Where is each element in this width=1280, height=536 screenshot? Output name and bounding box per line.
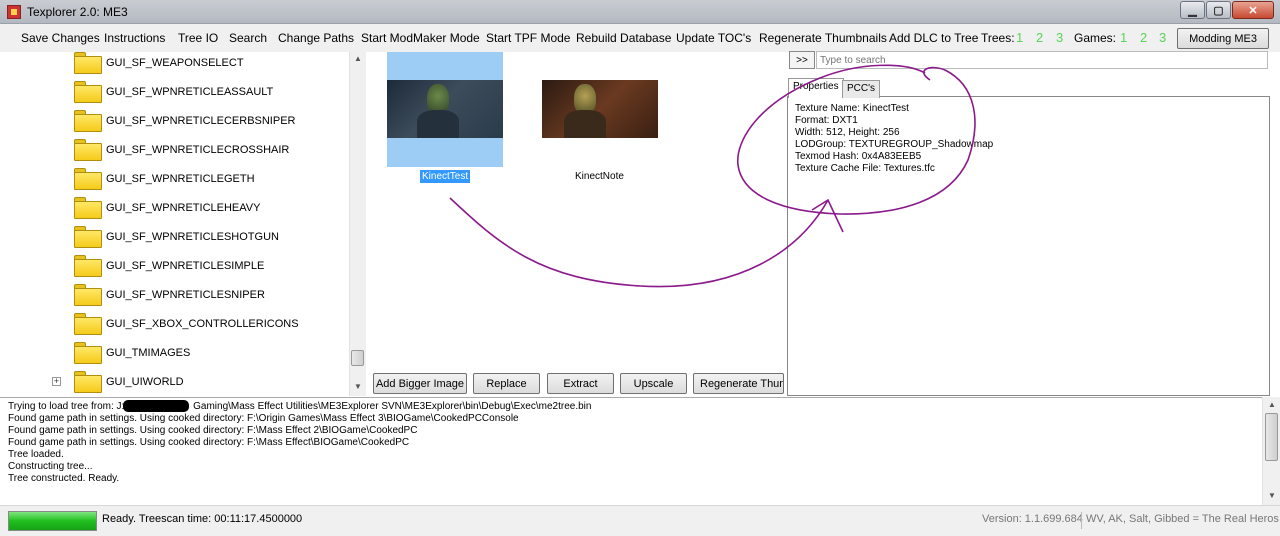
scroll-down-arrow-icon[interactable]: ▼ <box>1268 491 1276 500</box>
tree-node[interactable]: GUI_UIWORLD <box>74 369 184 395</box>
tree-node[interactable]: GUI_SF_WEAPONSELECT <box>74 50 244 76</box>
menu-update-tocs[interactable]: Update TOC's <box>676 31 751 45</box>
trees-label: Trees: <box>981 31 1015 45</box>
folder-icon <box>74 342 102 364</box>
menu-search[interactable]: Search <box>229 31 267 45</box>
redaction-mark <box>123 400 189 412</box>
log-line: Found game path in settings. Using cooke… <box>8 425 418 436</box>
menu-instructions[interactable]: Instructions <box>104 31 165 45</box>
regenerate-thumb-button[interactable]: Regenerate Thumb <box>693 373 784 394</box>
status-text: Ready. Treescan time: 00:11:17.4500000 <box>102 513 303 525</box>
folder-icon <box>74 110 102 132</box>
menu-rebuild-database[interactable]: Rebuild Database <box>576 31 671 45</box>
folder-icon <box>74 313 102 335</box>
progress-bar <box>8 511 97 531</box>
scroll-thumb[interactable] <box>351 350 364 366</box>
tree-node[interactable]: GUI_SF_WPNRETICLESHOTGUN <box>74 224 279 250</box>
tree-2-link[interactable]: 2 <box>1036 30 1043 45</box>
tree-node[interactable]: GUI_SF_WPNRETICLEHEAVY <box>74 195 260 221</box>
tree-3-link[interactable]: 3 <box>1056 30 1063 45</box>
tree-node[interactable]: GUI_SF_WPNRETICLEGETH <box>74 166 255 192</box>
scroll-up-arrow-icon[interactable]: ▲ <box>354 54 362 63</box>
menu-regenerate-thumbnails[interactable]: Regenerate Thumbnails <box>759 31 887 45</box>
thumbnail-image-kinectnote[interactable] <box>542 80 658 138</box>
tree-node[interactable]: GUI_SF_WPNRETICLESNIPER <box>74 282 265 308</box>
tab-properties[interactable]: Properties <box>788 78 844 98</box>
add-bigger-image-button[interactable]: Add Bigger Image <box>373 373 467 394</box>
prop-texmod-hash: Texmod Hash: 0x4A83EEB5 <box>795 151 922 162</box>
game-1-link[interactable]: 1 <box>1120 30 1127 45</box>
folder-icon <box>74 168 102 190</box>
folder-icon <box>74 255 102 277</box>
folder-icon <box>74 371 102 393</box>
menu-add-dlc[interactable]: Add DLC to Tree <box>889 31 978 45</box>
menu-tree-io[interactable]: Tree IO <box>178 31 218 45</box>
tree-node[interactable]: GUI_SF_XBOX_CONTROLLERICONS <box>74 311 299 337</box>
upscale-button[interactable]: Upscale <box>620 373 687 394</box>
log-line: Tree loaded. <box>8 449 64 460</box>
folder-icon <box>74 284 102 306</box>
status-divider <box>1081 512 1082 529</box>
folder-icon <box>74 52 102 74</box>
folder-icon <box>74 139 102 161</box>
mode-button[interactable]: Modding ME3 <box>1177 28 1269 49</box>
version-text: Version: 1.1.699.684 <box>982 513 1083 525</box>
folder-icon <box>74 226 102 248</box>
menu-start-modmaker[interactable]: Start ModMaker Mode <box>361 31 480 45</box>
log-line: Trying to load tree from: J:\ Gaming\Mass… <box>8 401 592 412</box>
scroll-down-arrow-icon[interactable]: ▼ <box>354 382 362 391</box>
close-button[interactable]: ✕ <box>1232 1 1274 19</box>
tab-pccs[interactable]: PCC's <box>842 80 881 98</box>
status-bar: Ready. Treescan time: 00:11:17.4500000 V… <box>0 505 1280 536</box>
replace-button[interactable]: Replace <box>473 373 540 394</box>
minimize-button[interactable]: ▁ <box>1180 1 1205 19</box>
prop-format: Format: DXT1 <box>795 115 858 126</box>
prop-dimensions: Width: 512, Height: 256 <box>795 127 900 138</box>
menu-bar: Save Changes Instructions Tree IO Search… <box>0 24 1280 52</box>
prop-texture-name: Texture Name: KinectTest <box>795 103 909 114</box>
tree-node[interactable]: GUI_SF_WPNRETICLECERBSNIPER <box>74 108 295 134</box>
scroll-thumb[interactable] <box>1265 413 1278 461</box>
tree-scrollbar[interactable]: ▲ ▼ <box>349 52 366 396</box>
thumbnail-caption[interactable]: KinectNote <box>575 171 624 182</box>
properties-panel: Texture Name: KinectTest Format: DXT1 Wi… <box>787 96 1270 396</box>
tree-node[interactable]: GUI_SF_WPNRETICLECROSSHAIR <box>74 137 289 163</box>
expand-toggle[interactable]: + <box>52 377 61 386</box>
log-line: Found game path in settings. Using cooke… <box>8 413 519 424</box>
menu-change-paths[interactable]: Change Paths <box>278 31 354 45</box>
log-scrollbar[interactable]: ▲ ▼ <box>1262 397 1280 505</box>
menu-save-changes[interactable]: Save Changes <box>21 31 100 45</box>
log-output[interactable]: Trying to load tree from: J:\ Gaming\Mass… <box>0 397 1262 505</box>
prop-cache-file: Texture Cache File: Textures.tfc <box>795 163 935 174</box>
tree-node[interactable]: GUI_SF_WPNRETICLEASSAULT <box>74 79 273 105</box>
search-go-button[interactable]: >> <box>789 51 815 69</box>
games-label: Games: <box>1074 31 1117 45</box>
title-bar: Texplorer 2.0: ME3 ▁ ▢ ✕ <box>0 0 1280 24</box>
tree-node[interactable]: GUI_SF_WPNRETICLESIMPLE <box>74 253 264 279</box>
maximize-button[interactable]: ▢ <box>1206 1 1231 19</box>
scroll-up-arrow-icon[interactable]: ▲ <box>1268 400 1276 409</box>
thumbnail-image-kinecttest[interactable] <box>387 80 503 138</box>
credits-text: WV, AK, Salt, Gibbed = The Real Heros <box>1086 513 1279 525</box>
log-line: Found game path in settings. Using cooke… <box>8 437 410 448</box>
search-input[interactable] <box>816 51 1268 69</box>
folder-icon <box>74 81 102 103</box>
folder-icon <box>74 197 102 219</box>
tree-node[interactable]: GUI_TMIMAGES <box>74 340 190 366</box>
app-icon <box>7 5 21 19</box>
game-3-link[interactable]: 3 <box>1159 30 1166 45</box>
log-line: Constructing tree... <box>8 461 93 472</box>
menu-start-tpf[interactable]: Start TPF Mode <box>486 31 570 45</box>
window-title: Texplorer 2.0: ME3 <box>27 5 128 19</box>
game-2-link[interactable]: 2 <box>1140 30 1147 45</box>
extract-button[interactable]: Extract <box>547 373 614 394</box>
tree-1-link[interactable]: 1 <box>1016 30 1023 45</box>
prop-lodgroup: LODGroup: TEXTUREGROUP_Shadowmap <box>795 139 994 150</box>
log-line: Tree constructed. Ready. <box>8 473 120 484</box>
thumbnail-caption[interactable]: KinectTest <box>420 170 471 183</box>
